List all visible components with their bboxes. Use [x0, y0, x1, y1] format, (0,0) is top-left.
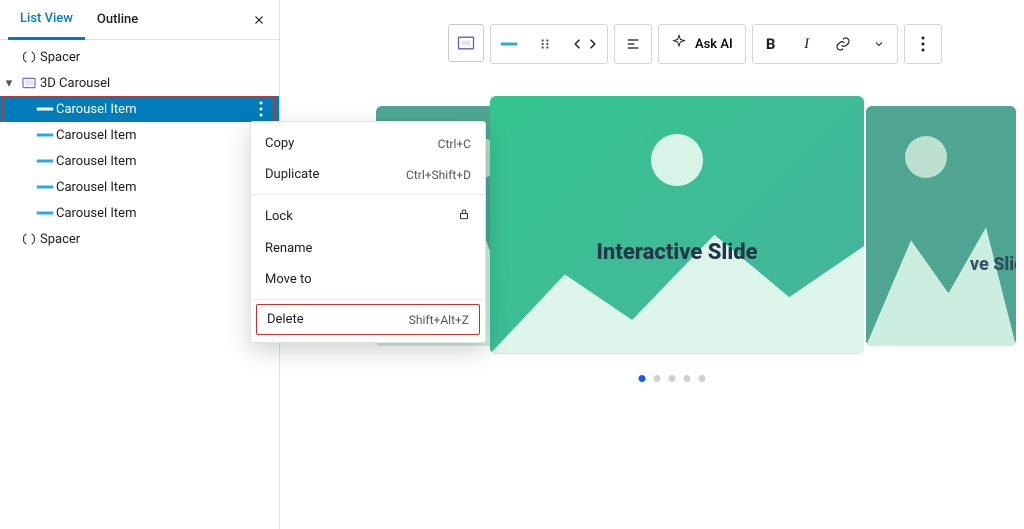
align-button[interactable]	[615, 25, 651, 63]
carousel-item-icon	[34, 104, 56, 114]
tree-item-spacer[interactable]: Spacer	[0, 44, 279, 70]
menu-label: Duplicate	[265, 167, 319, 182]
block-toolbar: Ask AI B I	[448, 24, 942, 64]
tree-item-spacer[interactable]: Spacer	[0, 226, 279, 252]
pager-dot[interactable]	[654, 375, 661, 382]
tree-item-carousel-item-selected[interactable]: Carousel Item	[0, 96, 279, 122]
carousel-item-icon	[34, 156, 56, 166]
menu-label: Lock	[265, 209, 293, 224]
menu-label: Delete	[267, 312, 304, 327]
tree-label: Spacer	[40, 50, 273, 65]
ask-ai-label: Ask AI	[695, 37, 733, 52]
tab-list-view[interactable]: List View	[8, 0, 85, 40]
sidebar-tabs: List View Outline	[0, 0, 279, 40]
tree-label: Carousel Item	[56, 128, 273, 143]
tree-label: 3D Carousel	[40, 76, 273, 91]
slide-title: Interactive Slide	[596, 240, 757, 265]
menu-separator	[251, 299, 485, 300]
close-icon	[252, 13, 266, 27]
pager-dots[interactable]	[639, 375, 706, 382]
carousel-block-icon	[18, 75, 40, 91]
menu-shortcut: Ctrl+C	[438, 137, 471, 151]
spacer-icon	[18, 49, 40, 65]
drag-handle[interactable]	[527, 25, 563, 63]
menu-lock[interactable]: Lock	[251, 199, 485, 233]
sparkle-icon	[671, 34, 687, 54]
bold-button[interactable]: B	[753, 25, 789, 63]
menu-label: Copy	[265, 136, 294, 151]
menu-copy[interactable]: Copy Ctrl+C	[251, 128, 485, 159]
italic-button[interactable]: I	[789, 25, 825, 63]
menu-rename[interactable]: Rename	[251, 233, 485, 264]
pager-dot[interactable]	[699, 375, 706, 382]
tree-item-carousel-item[interactable]: Carousel Item	[0, 148, 279, 174]
item-options-button[interactable]	[249, 97, 273, 121]
slide-background-right: ve Slide	[866, 106, 1016, 346]
options-button[interactable]	[905, 25, 941, 63]
tree-item-carousel-item[interactable]: Carousel Item	[0, 122, 279, 148]
menu-shortcut: Shift+Alt+Z	[409, 313, 469, 327]
list-view-sidebar: List View Outline Spacer ▾ 3D Carousel C…	[0, 0, 280, 529]
block-type-button[interactable]	[448, 24, 484, 62]
pager-dot[interactable]	[684, 375, 691, 382]
more-format-button[interactable]	[861, 25, 897, 63]
lock-icon	[457, 207, 471, 225]
carousel-item-icon	[34, 182, 56, 192]
tree-label: Carousel Item	[56, 180, 273, 195]
context-menu: Copy Ctrl+C Duplicate Ctrl+Shift+D Lock …	[250, 121, 486, 343]
tree-label: Spacer	[40, 232, 273, 247]
spacer-icon	[18, 231, 40, 247]
tree-label: Carousel Item	[56, 154, 273, 169]
block-tree: Spacer ▾ 3D Carousel Carousel Item Carou…	[0, 40, 279, 252]
select-parent-button[interactable]	[491, 25, 527, 63]
menu-separator	[251, 194, 485, 195]
slide-title-partial: ve Slide	[970, 254, 1016, 275]
menu-delete[interactable]: Delete Shift+Alt+Z	[257, 305, 479, 334]
move-buttons[interactable]	[563, 25, 607, 63]
menu-duplicate[interactable]: Duplicate Ctrl+Shift+D	[251, 159, 485, 190]
pager-dot[interactable]	[639, 375, 646, 382]
chevron-down-icon: ▾	[0, 76, 18, 91]
sun-graphic	[651, 134, 703, 186]
menu-move-to[interactable]: Move to	[251, 264, 485, 295]
tree-item-3d-carousel[interactable]: ▾ 3D Carousel	[0, 70, 279, 96]
ask-ai-button[interactable]: Ask AI	[659, 25, 745, 63]
tree-item-carousel-item[interactable]: Carousel Item	[0, 174, 279, 200]
menu-label: Move to	[265, 272, 312, 287]
tree-label: Carousel Item	[56, 206, 273, 221]
pager-dot[interactable]	[669, 375, 676, 382]
tab-outline[interactable]: Outline	[85, 0, 150, 40]
slide-main[interactable]: Interactive Slide	[490, 96, 864, 354]
carousel-item-icon	[34, 208, 56, 218]
carousel-item-icon	[34, 130, 56, 140]
close-panel-button[interactable]	[247, 8, 271, 32]
link-button[interactable]	[825, 25, 861, 63]
menu-label: Rename	[265, 241, 312, 256]
menu-shortcut: Ctrl+Shift+D	[406, 168, 471, 182]
tree-item-carousel-item[interactable]: Carousel Item	[0, 200, 279, 226]
tree-label: Carousel Item	[56, 102, 249, 117]
